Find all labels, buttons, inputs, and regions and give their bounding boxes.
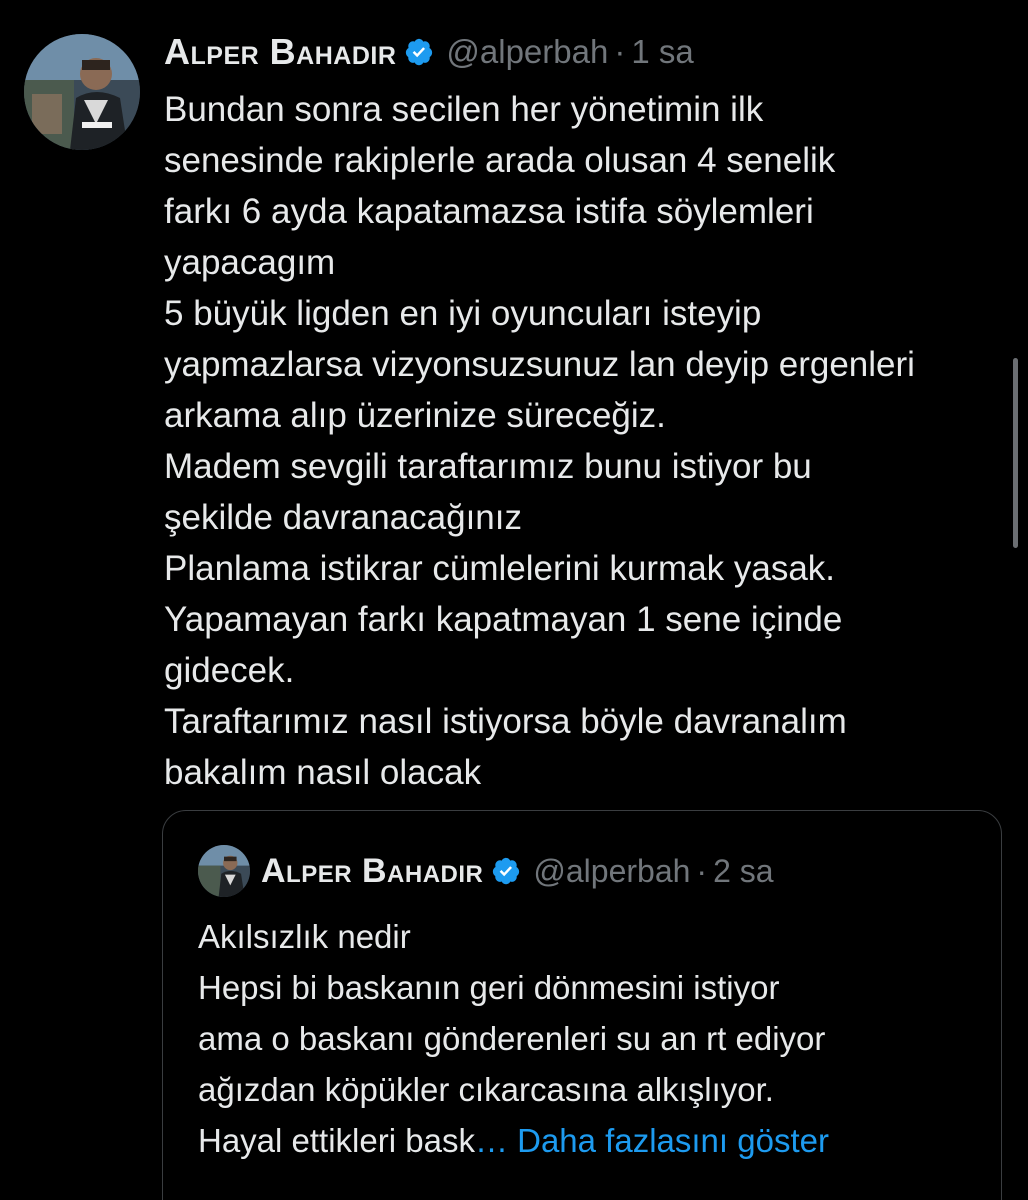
handle[interactable]: @alperbah — [446, 33, 608, 71]
tweet-page: Alper Bahadır @alperbah · 1 sa Bundan so… — [0, 0, 1028, 1200]
quoted-tweet[interactable]: Alper Bahadır @alperbah · 2 sa Akılsızlı… — [162, 810, 1002, 1200]
show-more-link[interactable]: … Daha fazlasını göster — [475, 1122, 829, 1159]
quote-text: Akılsızlık nedir Hepsi bi baskanın geri … — [198, 911, 988, 1166]
avatar-photo-icon — [198, 845, 250, 897]
display-name[interactable]: Alper Bahadır — [164, 31, 396, 73]
avatar-photo-icon — [24, 34, 140, 150]
quote-display-name[interactable]: Alper Bahadır — [261, 852, 483, 891]
quote-timestamp[interactable]: 2 sa — [713, 853, 773, 890]
quote-avatar[interactable] — [198, 845, 250, 897]
quote-handle[interactable]: @alperbah — [533, 853, 690, 890]
tweet-header: Alper Bahadır @alperbah · 1 sa — [164, 24, 1014, 80]
quote-header: Alper Bahadır @alperbah · 2 sa — [261, 843, 774, 899]
separator-dot: · — [614, 33, 626, 70]
tweet-content: Alper Bahadır @alperbah · 1 sa Bundan so… — [164, 24, 1014, 798]
verified-badge-icon — [404, 37, 434, 67]
timestamp[interactable]: 1 sa — [631, 33, 693, 71]
tweet-text: Bundan sonra secilen her yönetimin ilk s… — [164, 90, 915, 792]
verified-badge-icon — [491, 856, 521, 886]
separator-dot: · — [696, 852, 708, 889]
scrollbar[interactable] — [1013, 358, 1018, 548]
avatar[interactable] — [24, 34, 140, 150]
